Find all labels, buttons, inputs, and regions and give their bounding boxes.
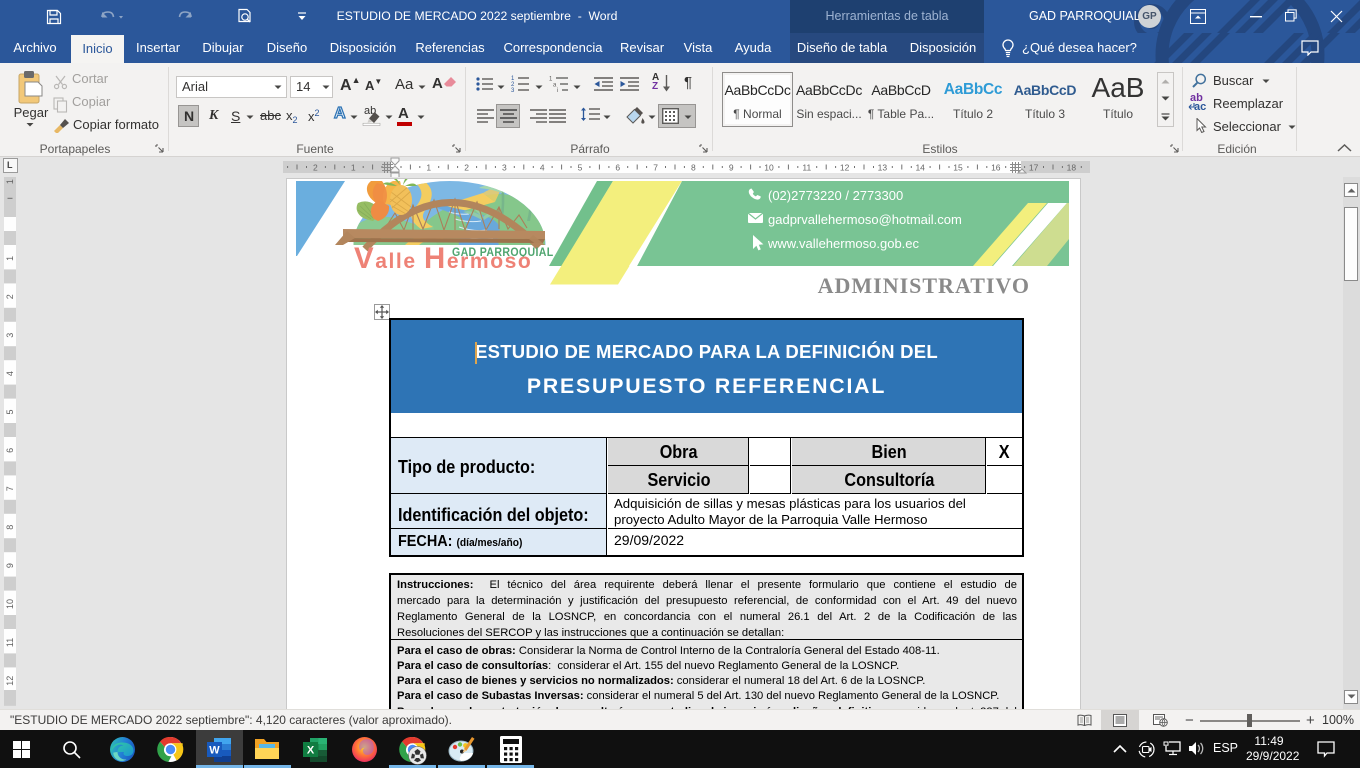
- svg-text:4: 4: [540, 163, 545, 173]
- svg-text:18: 18: [1067, 163, 1077, 173]
- svg-text:2: 2: [5, 294, 15, 299]
- svg-text:14: 14: [915, 163, 925, 173]
- svg-text:6: 6: [5, 448, 15, 453]
- svg-text:X: X: [307, 745, 315, 757]
- svg-text:8: 8: [5, 525, 15, 530]
- svg-text:1: 1: [351, 163, 356, 173]
- svg-text:6: 6: [615, 163, 620, 173]
- svg-text:9: 9: [5, 563, 15, 568]
- svg-text:1: 1: [426, 163, 431, 173]
- svg-text:12: 12: [840, 163, 850, 173]
- svg-text:8: 8: [691, 163, 696, 173]
- svg-text:1: 1: [5, 179, 15, 184]
- svg-text:5: 5: [5, 409, 15, 414]
- svg-text:3: 3: [511, 88, 515, 92]
- svg-text:7: 7: [653, 163, 658, 173]
- svg-text:13: 13: [878, 163, 888, 173]
- svg-text:4: 4: [5, 371, 15, 376]
- svg-text:16: 16: [991, 163, 1001, 173]
- svg-text:i: i: [557, 88, 558, 92]
- svg-text:11: 11: [802, 163, 811, 173]
- svg-text:11: 11: [5, 638, 15, 647]
- svg-text:12: 12: [5, 676, 15, 686]
- svg-text:3: 3: [5, 333, 15, 338]
- svg-text:9: 9: [729, 163, 734, 173]
- svg-text:2: 2: [464, 163, 469, 173]
- svg-text:10: 10: [764, 163, 774, 173]
- svg-text:2: 2: [313, 163, 318, 173]
- svg-text:10: 10: [5, 599, 15, 609]
- svg-text:3: 3: [502, 163, 507, 173]
- svg-text:W: W: [209, 745, 220, 757]
- svg-text:15: 15: [953, 163, 963, 173]
- svg-text:7: 7: [5, 486, 15, 491]
- svg-text:5: 5: [578, 163, 583, 173]
- svg-text:17: 17: [1029, 163, 1039, 173]
- svg-text:1: 1: [5, 256, 15, 261]
